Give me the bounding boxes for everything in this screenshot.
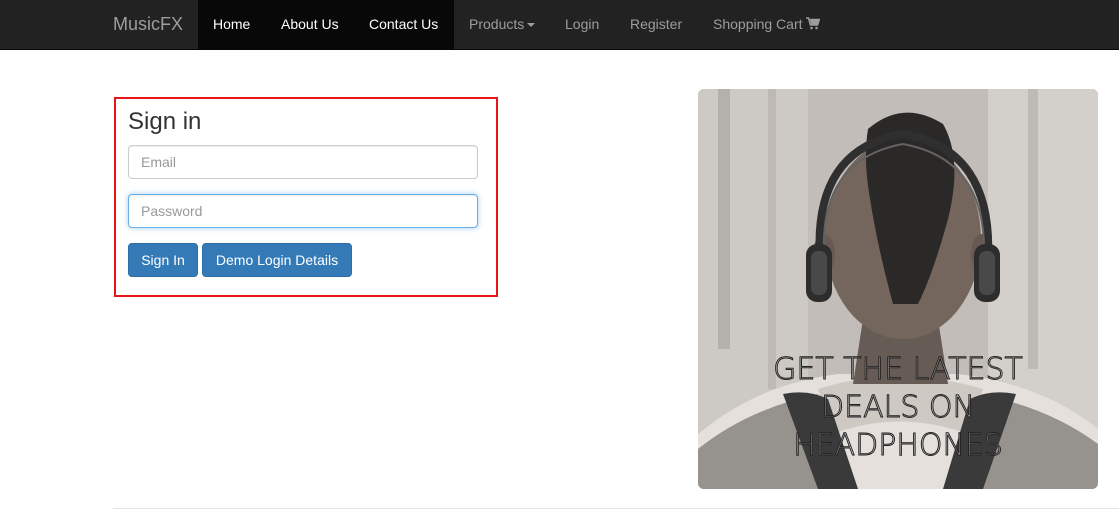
brand-link[interactable]: MusicFX bbox=[113, 0, 183, 49]
signin-title: Sign in bbox=[128, 108, 202, 135]
headphones-promo-image: GET THE LATEST DEALS ON HEADPHONES bbox=[698, 89, 1098, 489]
sign-in-button[interactable]: Sign In bbox=[128, 243, 198, 277]
nav-shopping-cart[interactable]: Shopping Cart bbox=[713, 0, 820, 49]
nav-register[interactable]: Register bbox=[630, 0, 682, 49]
footer-divider bbox=[113, 508, 1119, 509]
nav-about-us[interactable]: About Us bbox=[281, 0, 339, 49]
nav-products-dropdown[interactable]: Products bbox=[469, 0, 536, 49]
promo-line-2: DEALS ON bbox=[821, 390, 976, 426]
demo-login-details-button[interactable]: Demo Login Details bbox=[202, 243, 352, 277]
nav-shopping-cart-label: Shopping Cart bbox=[713, 16, 803, 32]
nav-contact-us[interactable]: Contact Us bbox=[369, 0, 438, 49]
password-field[interactable] bbox=[128, 194, 478, 228]
email-field[interactable] bbox=[128, 145, 478, 179]
promo-line-3: HEADPHONES bbox=[793, 428, 1004, 464]
top-navbar: MusicFX Home About Us Contact Us Product… bbox=[0, 0, 1119, 50]
promo-line-1: GET THE LATEST bbox=[773, 352, 1024, 388]
nav-login[interactable]: Login bbox=[565, 0, 599, 49]
nav-products-label: Products bbox=[469, 16, 525, 32]
promo-headline: GET THE LATEST DEALS ON HEADPHONES bbox=[698, 351, 1098, 465]
caret-down-icon bbox=[527, 23, 536, 28]
nav-home[interactable]: Home bbox=[213, 0, 250, 49]
shopping-cart-icon bbox=[805, 17, 820, 30]
